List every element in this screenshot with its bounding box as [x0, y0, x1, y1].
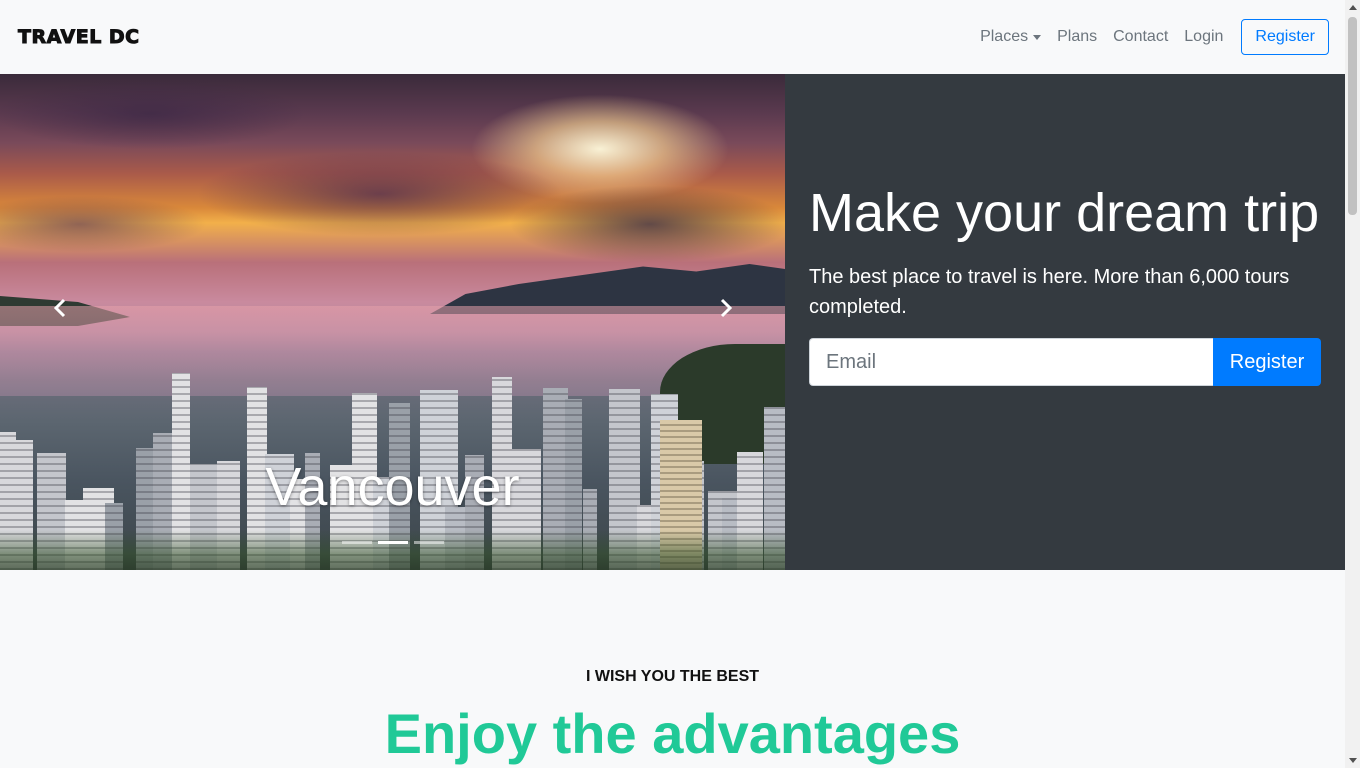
scroll-down-icon[interactable] [1345, 753, 1360, 768]
nav-places-dropdown[interactable]: Places [980, 28, 1042, 46]
nav-register-button[interactable]: Register [1241, 19, 1329, 55]
section-title: Enjoy the advantages [384, 702, 961, 765]
carousel-prev-button[interactable] [50, 296, 70, 320]
scroll-up-icon[interactable] [1345, 0, 1360, 15]
nav-plans[interactable]: Plans [1057, 28, 1097, 46]
hero-lead: The best place to travel is here. More t… [809, 266, 1290, 318]
advantages-section: I WISH YOU THE BEST Enjoy the advantages [0, 570, 1345, 768]
carousel-indicator[interactable] [414, 541, 444, 544]
email-input[interactable] [809, 338, 1213, 386]
chevron-left-icon [53, 298, 66, 318]
carousel-indicators [342, 541, 450, 544]
hero-panel: Make your dream trip The best place to t… [785, 74, 1345, 570]
carousel-caption: Vancouver [265, 457, 520, 517]
signup-form: Register [809, 338, 1321, 386]
carousel-indicator[interactable] [378, 541, 408, 544]
page: TRAVEL DC Places Plans Contact Login Reg… [0, 0, 1345, 768]
scrollbar-thumb[interactable] [1348, 17, 1357, 215]
scrollbar[interactable] [1345, 0, 1360, 768]
nav-contact[interactable]: Contact [1113, 28, 1168, 46]
hero-headline: Make your dream trip [809, 183, 1320, 243]
carousel-indicator[interactable] [342, 541, 372, 544]
nav-links: Places Plans Contact Login Register [964, 19, 1329, 55]
brand-logo[interactable]: TRAVEL DC [18, 26, 140, 49]
navbar: TRAVEL DC Places Plans Contact Login Reg… [0, 0, 1345, 74]
nav-login[interactable]: Login [1184, 28, 1223, 46]
trees [0, 530, 785, 570]
nav-places-label: Places [980, 28, 1029, 45]
hero: Vancouver Make your dream trip The best … [0, 74, 1345, 570]
chevron-right-icon [720, 298, 733, 318]
carousel-next-button[interactable] [716, 296, 736, 320]
signup-register-button[interactable]: Register [1213, 338, 1321, 386]
carousel: Vancouver [0, 74, 785, 570]
caret-down-icon [1033, 34, 1042, 40]
section-eyebrow: I WISH YOU THE BEST [585, 668, 760, 685]
